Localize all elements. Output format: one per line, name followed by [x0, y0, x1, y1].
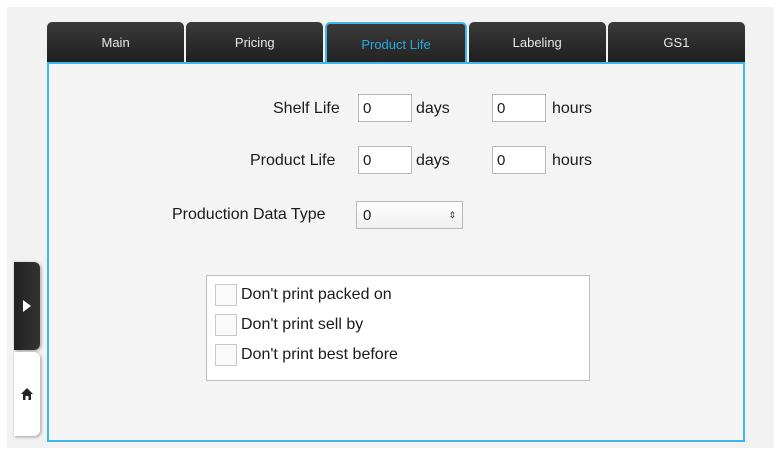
tab-gs1[interactable]: GS1: [607, 22, 746, 62]
production-data-type-value: 0: [363, 206, 372, 224]
production-data-type-label: Production Data Type: [172, 206, 326, 223]
product-life-hours-input[interactable]: [492, 146, 546, 174]
shelf-life-days-input[interactable]: [358, 94, 412, 122]
tab-bar: Main Pricing Product Life Labeling GS1: [47, 22, 746, 64]
product-life-hours-unit: hours: [552, 152, 593, 169]
tab-main[interactable]: Main: [47, 22, 185, 62]
play-triangle-icon: [23, 300, 31, 312]
option-dont-print-sell-by[interactable]: Don't print sell by: [215, 314, 363, 336]
checkbox[interactable]: [215, 344, 237, 366]
home-button[interactable]: [14, 352, 40, 436]
product-life-panel: Shelf Life days hours Product Life days …: [47, 62, 745, 442]
tab-labeling[interactable]: Labeling: [468, 22, 606, 62]
select-arrows-icon: ⇕: [448, 209, 456, 220]
print-options-group: Don't print packed on Don't print sell b…: [206, 275, 590, 381]
checkbox[interactable]: [215, 284, 237, 306]
shelf-life-days-unit: days: [416, 100, 450, 117]
shelf-life-hours-unit: hours: [552, 100, 593, 117]
tab-pricing[interactable]: Pricing: [186, 22, 324, 62]
option-dont-print-best-before[interactable]: Don't print best before: [215, 344, 398, 366]
option-label: Don't print packed on: [241, 286, 392, 303]
option-label: Don't print best before: [241, 346, 398, 363]
product-life-days-input[interactable]: [358, 146, 412, 174]
product-life-days-unit: days: [416, 152, 450, 169]
shelf-life-hours-input[interactable]: [492, 94, 546, 122]
tab-product-life[interactable]: Product Life: [325, 22, 467, 64]
product-life-label: Product Life: [250, 152, 336, 169]
option-label: Don't print sell by: [241, 316, 364, 333]
production-data-type-select[interactable]: 0 ⇕: [356, 201, 463, 229]
shelf-life-label: Shelf Life: [273, 100, 340, 117]
home-icon: [21, 388, 33, 400]
checkbox[interactable]: [215, 314, 237, 336]
expand-menu-button[interactable]: [14, 262, 40, 350]
option-dont-print-packed-on[interactable]: Don't print packed on: [215, 284, 392, 306]
